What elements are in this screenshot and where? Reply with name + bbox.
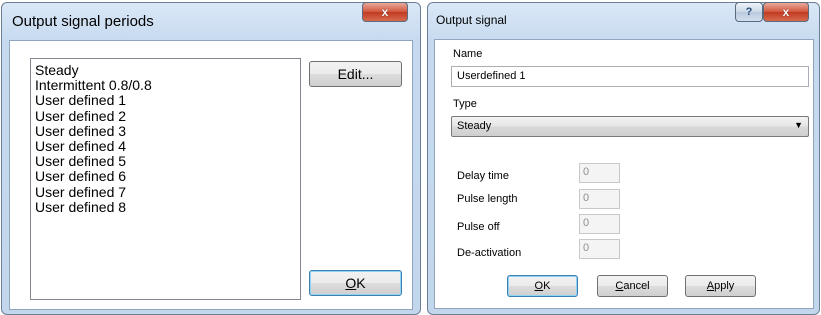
cancel-button[interactable]: Cancel xyxy=(597,275,668,297)
delay-time-label: Delay time xyxy=(457,170,509,182)
output-signal-dialog: Output signal ? x xyxy=(427,2,820,315)
list-item[interactable]: User defined 1 xyxy=(35,93,296,108)
name-field[interactable]: Userdefined 1 xyxy=(451,66,809,87)
delay-time-field[interactable]: 0 xyxy=(579,163,620,183)
apply-label-rest: pply xyxy=(714,280,735,292)
help-button[interactable]: ? xyxy=(735,2,763,22)
close-icon: x xyxy=(782,5,790,19)
list-item[interactable]: User defined 7 xyxy=(35,184,296,200)
pulse-off-label: Pulse off xyxy=(457,221,500,233)
periods-listbox[interactable]: Steady Intermittent 0.8/0.8 User defined… xyxy=(30,58,301,300)
close-icon: x xyxy=(381,5,389,19)
ok-button[interactable]: OK xyxy=(309,270,402,296)
close-button[interactable]: x xyxy=(763,2,809,22)
list-item[interactable]: User defined 3 xyxy=(35,123,296,139)
list-item[interactable]: User defined 4 xyxy=(35,138,296,154)
name-label: Name xyxy=(453,48,483,60)
type-label: Type xyxy=(453,98,477,110)
apply-button[interactable]: Apply xyxy=(685,275,756,297)
deactivation-field[interactable]: 0 xyxy=(579,239,620,259)
ok-button[interactable]: OK xyxy=(507,275,578,297)
type-select-value: Steady xyxy=(457,120,492,132)
type-select[interactable]: Steady ▼ xyxy=(451,116,809,137)
ok-accelerator: O xyxy=(534,280,544,292)
list-item[interactable]: User defined 8 xyxy=(35,199,296,215)
ok-accelerator: O xyxy=(345,275,357,291)
pulse-length-label: Pulse length xyxy=(457,193,518,205)
list-item[interactable]: Intermittent 0.8/0.8 xyxy=(35,78,296,93)
list-item[interactable]: User defined 2 xyxy=(35,108,296,124)
dropdown-arrow-icon: ▼ xyxy=(794,120,803,130)
cancel-accelerator: C xyxy=(615,280,624,292)
close-button[interactable]: x xyxy=(362,2,408,22)
dialog-title: Output signal xyxy=(436,13,507,27)
pulse-length-field[interactable]: 0 xyxy=(579,189,620,209)
cancel-label-rest: ancel xyxy=(623,280,650,292)
edit-button[interactable]: Edit... xyxy=(309,61,402,87)
list-item[interactable]: User defined 6 xyxy=(35,169,296,184)
dialog-title: Output signal periods xyxy=(12,13,154,30)
pulse-off-field[interactable]: 0 xyxy=(579,214,620,234)
ok-label-rest: K xyxy=(356,275,366,291)
help-icon: ? xyxy=(745,6,753,18)
list-item[interactable]: Steady xyxy=(35,62,296,78)
ok-label-rest: K xyxy=(543,280,551,292)
list-item[interactable]: User defined 5 xyxy=(35,154,296,169)
apply-accelerator: A xyxy=(706,280,715,292)
deactivation-label: De-activation xyxy=(457,247,522,259)
